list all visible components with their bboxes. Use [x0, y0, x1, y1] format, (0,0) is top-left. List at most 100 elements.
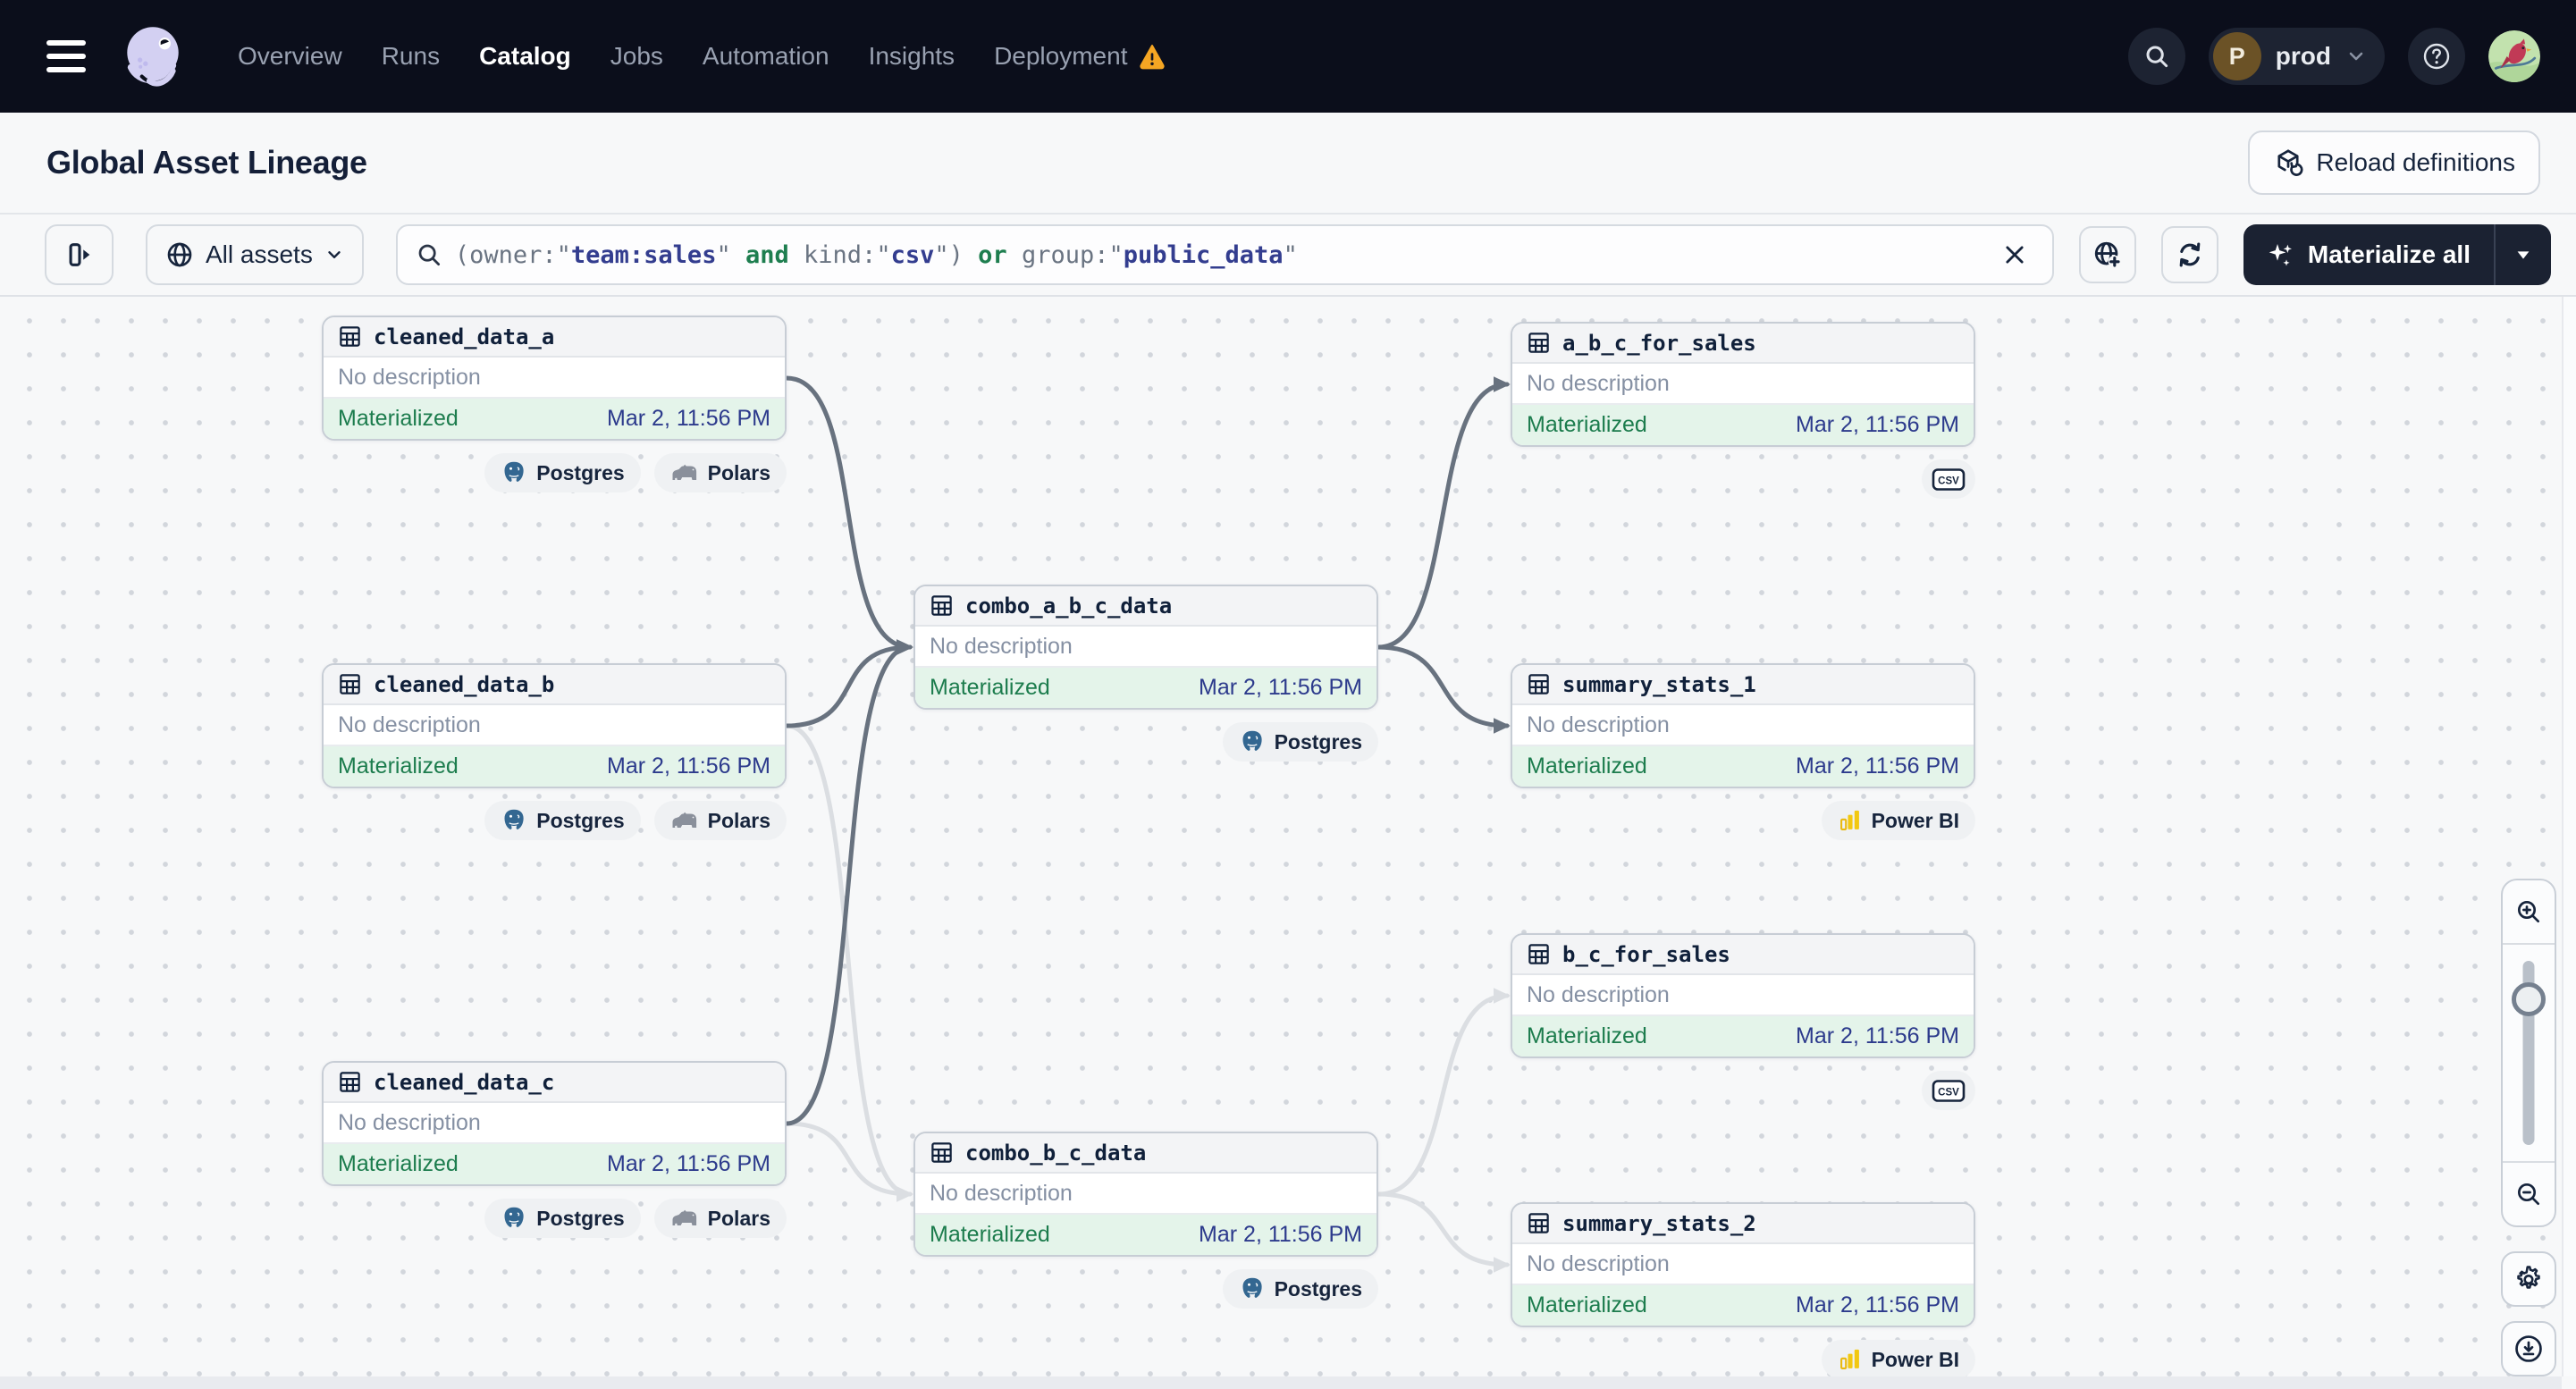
kind-tag-label: Postgres	[536, 808, 625, 832]
materialized-timestamp[interactable]: Mar 2, 11:56 PM	[1796, 1023, 1959, 1049]
kind-tag-label: Postgres	[536, 1206, 625, 1230]
environment-avatar: P	[2212, 32, 2261, 80]
dagster-logo[interactable]	[116, 20, 189, 93]
asset-node-b_c_for_sales[interactable]: b_c_for_sales No description Materialize…	[1511, 933, 1975, 1110]
nav-insights[interactable]: Insights	[869, 42, 955, 71]
nav-jobs[interactable]: Jobs	[610, 42, 663, 71]
asset-description: No description	[1512, 364, 1974, 405]
asset-name: summary_stats_2	[1562, 1210, 1756, 1236]
materialize-all-button[interactable]: Materialize all	[2243, 224, 2494, 285]
materialized-timestamp[interactable]: Mar 2, 11:56 PM	[1796, 1292, 1959, 1318]
graph-settings-button[interactable]	[2501, 1251, 2556, 1307]
caret-down-icon	[2517, 251, 2530, 259]
edge-combo_b_c_data-to-summary_stats_2	[1376, 1191, 1511, 1273]
horizontal-scrollbar[interactable]	[0, 1376, 2562, 1389]
query-token: csv	[890, 240, 935, 269]
chevron-down-icon	[328, 251, 341, 258]
nav-runs[interactable]: Runs	[382, 42, 440, 71]
nav-label: Overview	[238, 42, 342, 70]
kind-tag-label: Power BI	[1871, 808, 1959, 832]
kind-tag-powerbi[interactable]: Power BI	[1821, 1340, 1975, 1379]
asset-status-row: Materialized Mar 2, 11:56 PM	[324, 746, 785, 787]
kind-tag-postgres[interactable]: Postgres	[484, 453, 641, 492]
kind-tag-postgres[interactable]: Postgres	[484, 1199, 641, 1238]
sparkle-icon	[2269, 244, 2292, 266]
asset-description: No description	[1512, 1244, 1974, 1285]
zoom-slider[interactable]	[2503, 945, 2555, 1161]
edge-cleaned_data_c-to-combo_a_b_c_data	[784, 639, 913, 1126]
kind-tag-csv[interactable]: CSV	[1922, 1071, 1975, 1110]
help-button[interactable]	[2408, 28, 2465, 85]
nav-automation[interactable]: Automation	[703, 42, 829, 71]
app-root: Overview Runs Catalog Jobs Automation Insight…	[0, 0, 2576, 1389]
open-side-panel-button[interactable]	[45, 224, 114, 285]
materialized-timestamp[interactable]: Mar 2, 11:56 PM	[607, 406, 770, 432]
query-token: and	[745, 240, 789, 269]
kind-tag-polars[interactable]: Polars	[653, 801, 787, 840]
refresh-graph-button[interactable]	[2160, 226, 2218, 283]
zoom-in-button[interactable]	[2503, 880, 2555, 943]
search-button[interactable]	[2127, 28, 2185, 85]
reload-cube-icon	[2277, 149, 2303, 176]
materialized-timestamp[interactable]: Mar 2, 11:56 PM	[1796, 753, 1959, 779]
asset-node-summary_stats_1[interactable]: summary_stats_1 No description Materiali…	[1511, 663, 1975, 840]
environment-switcher[interactable]: P prod	[2208, 28, 2385, 85]
asset-selection-query[interactable]: (owner: " team:sales " and kind: " csv ") or g…	[455, 241, 1298, 269]
query-token: "	[876, 240, 891, 269]
topbar-right: P prod	[2127, 28, 2540, 85]
asset-kind-tags: Power BI	[1511, 1340, 1975, 1379]
chevron-down-icon	[2349, 52, 2363, 61]
kind-tag-label: Postgres	[1274, 729, 1362, 753]
asset-description: No description	[915, 1174, 1376, 1215]
page-title: Global Asset Lineage	[46, 144, 367, 181]
query-token	[1007, 241, 1022, 269]
kind-tag-postgres[interactable]: Postgres	[1222, 722, 1378, 762]
kind-tag-postgres[interactable]: Postgres	[1222, 1269, 1378, 1309]
asset-node-summary_stats_2[interactable]: summary_stats_2 No description Materiali…	[1511, 1202, 1975, 1379]
lineage-canvas[interactable]: cleaned_data_a No description Materializ…	[0, 297, 2576, 1389]
new-asset-selection-button[interactable]	[2078, 226, 2136, 283]
nav-deployment[interactable]: Deployment	[994, 42, 1166, 71]
materialized-timestamp[interactable]: Mar 2, 11:56 PM	[1199, 675, 1362, 701]
asset-node-cleaned_data_b[interactable]: cleaned_data_b No description Materializ…	[322, 663, 787, 840]
kind-tag-polars[interactable]: Polars	[653, 453, 787, 492]
materialized-timestamp[interactable]: Mar 2, 11:56 PM	[607, 753, 770, 779]
menu-button[interactable]	[46, 40, 86, 72]
materialize-options-button[interactable]	[2496, 224, 2551, 285]
asset-kind-tags: Postgres Polars	[322, 1199, 787, 1238]
zoom-slider-thumb[interactable]	[2512, 982, 2546, 1016]
nav-catalog[interactable]: Catalog	[479, 42, 571, 71]
asset-search-input[interactable]: (owner: " team:sales " and kind: " csv ") or g…	[395, 224, 2054, 285]
asset-status-row: Materialized Mar 2, 11:56 PM	[1512, 405, 1974, 445]
asset-node-cleaned_data_a[interactable]: cleaned_data_a No description Materializ…	[322, 316, 787, 492]
reload-definitions-button[interactable]: Reload definitions	[2248, 130, 2540, 195]
nav-label: Catalog	[479, 42, 571, 70]
edge-cleaned_data_b-to-combo_a_b_c_data	[784, 639, 913, 728]
kind-tag-csv[interactable]: CSV	[1922, 459, 1975, 499]
asset-status-row: Materialized Mar 2, 11:56 PM	[1512, 1016, 1974, 1056]
nav-overview[interactable]: Overview	[238, 42, 342, 71]
user-avatar[interactable]	[2488, 30, 2540, 82]
materialized-timestamp[interactable]: Mar 2, 11:56 PM	[607, 1151, 770, 1177]
clear-query-button[interactable]	[1995, 235, 2034, 274]
download-image-button[interactable]	[2501, 1321, 2556, 1376]
vertical-scrollbar[interactable]	[2562, 297, 2576, 1376]
asset-status-row: Materialized Mar 2, 11:56 PM	[915, 668, 1376, 708]
asset-name: cleaned_data_b	[374, 671, 555, 697]
asset-node-combo_b_c_data[interactable]: combo_b_c_data No description Materializ…	[913, 1132, 1378, 1309]
asset-name: b_c_for_sales	[1562, 941, 1730, 967]
environment-label: prod	[2275, 42, 2331, 70]
asset-node-combo_a_b_c_data[interactable]: combo_a_b_c_data No description Material…	[913, 585, 1378, 762]
materialized-timestamp[interactable]: Mar 2, 11:56 PM	[1199, 1222, 1362, 1248]
asset-node-cleaned_data_c[interactable]: cleaned_data_c No description Materializ…	[322, 1061, 787, 1238]
asset-scope-dropdown[interactable]: All assets	[146, 224, 364, 285]
materialized-timestamp[interactable]: Mar 2, 11:56 PM	[1796, 412, 1959, 438]
asset-node-a_b_c_for_sales[interactable]: a_b_c_for_sales No description Materiali…	[1511, 322, 1975, 499]
kind-tag-postgres[interactable]: Postgres	[484, 801, 641, 840]
kind-tag-polars[interactable]: Polars	[653, 1199, 787, 1238]
zoom-out-button[interactable]	[2503, 1163, 2555, 1225]
kind-tag-powerbi[interactable]: Power BI	[1821, 801, 1975, 840]
asset-status-row: Materialized Mar 2, 11:56 PM	[1512, 1285, 1974, 1326]
svg-text:CSV: CSV	[1938, 476, 1959, 486]
query-token: "	[1283, 240, 1298, 269]
